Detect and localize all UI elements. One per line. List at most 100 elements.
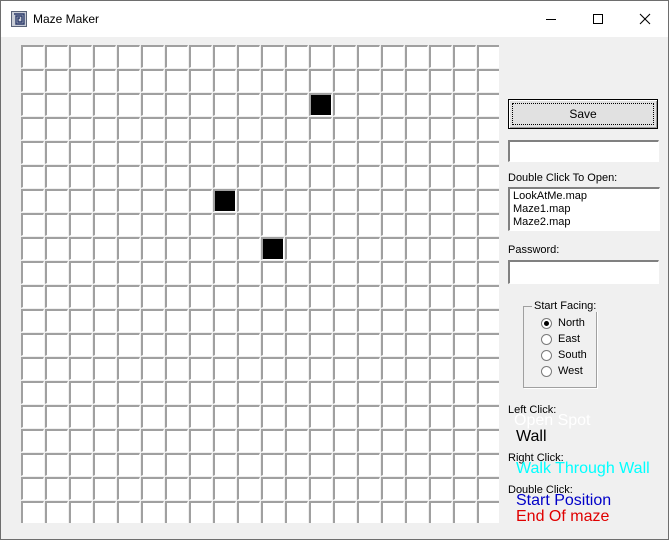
maze-cell[interactable]	[429, 165, 452, 188]
maze-cell[interactable]	[189, 69, 212, 92]
maze-cell[interactable]	[21, 165, 44, 188]
maze-cell[interactable]	[69, 501, 92, 523]
maze-cell[interactable]	[309, 285, 332, 308]
maze-cell[interactable]	[21, 357, 44, 380]
maze-cell[interactable]	[309, 117, 332, 140]
maze-cell[interactable]	[357, 45, 380, 68]
maze-cell[interactable]	[453, 117, 476, 140]
maze-cell[interactable]	[117, 93, 140, 116]
maze-cell[interactable]	[405, 381, 428, 404]
maze-cell[interactable]	[309, 189, 332, 212]
maze-cell[interactable]	[261, 429, 284, 452]
maze-cell[interactable]	[405, 213, 428, 236]
maze-cell[interactable]	[333, 237, 356, 260]
maze-cell[interactable]	[309, 309, 332, 332]
maze-cell[interactable]	[93, 309, 116, 332]
maze-cell[interactable]	[69, 381, 92, 404]
maze-cell[interactable]	[21, 333, 44, 356]
maze-cell[interactable]	[333, 357, 356, 380]
maze-cell[interactable]	[141, 357, 164, 380]
maze-cell[interactable]	[261, 117, 284, 140]
maze-cell[interactable]	[477, 93, 499, 116]
maze-cell[interactable]	[309, 333, 332, 356]
maze-cell[interactable]	[189, 405, 212, 428]
maze-cell[interactable]	[141, 237, 164, 260]
maze-cell[interactable]	[165, 237, 188, 260]
list-item[interactable]: Maze2.map	[513, 216, 656, 229]
maze-cell[interactable]	[237, 141, 260, 164]
maze-cell[interactable]	[213, 309, 236, 332]
maze-cell[interactable]	[141, 453, 164, 476]
maze-cell[interactable]	[189, 501, 212, 523]
maze-cell[interactable]	[453, 141, 476, 164]
maze-cell[interactable]	[477, 309, 499, 332]
maze-cell[interactable]	[69, 45, 92, 68]
maze-cell[interactable]	[141, 405, 164, 428]
radio-button[interactable]	[541, 365, 552, 377]
maze-cell[interactable]	[189, 237, 212, 260]
maze-cell[interactable]	[93, 477, 116, 500]
maze-cell[interactable]	[381, 189, 404, 212]
maze-cell[interactable]	[381, 405, 404, 428]
maze-cell[interactable]	[405, 141, 428, 164]
maze-cell[interactable]	[45, 405, 68, 428]
maze-cell[interactable]	[333, 141, 356, 164]
maze-cell[interactable]	[45, 93, 68, 116]
maze-cell[interactable]	[261, 189, 284, 212]
maze-cell[interactable]	[405, 333, 428, 356]
maze-cell[interactable]	[213, 333, 236, 356]
maze-cell[interactable]	[429, 357, 452, 380]
maze-cell[interactable]	[453, 405, 476, 428]
radio-south[interactable]: South	[541, 348, 587, 362]
maze-cell[interactable]	[333, 45, 356, 68]
maze-cell[interactable]	[213, 213, 236, 236]
maze-cell[interactable]	[333, 453, 356, 476]
maze-cell[interactable]	[357, 453, 380, 476]
maze-cell[interactable]	[261, 69, 284, 92]
maze-cell[interactable]	[45, 501, 68, 523]
maze-cell[interactable]	[453, 189, 476, 212]
maze-cell[interactable]	[165, 213, 188, 236]
maze-cell[interactable]	[477, 285, 499, 308]
maze-cell[interactable]	[261, 405, 284, 428]
maze-cell[interactable]	[405, 261, 428, 284]
maze-cell[interactable]	[477, 213, 499, 236]
maze-cell[interactable]	[93, 189, 116, 212]
maze-cell[interactable]	[141, 213, 164, 236]
maze-cell[interactable]	[237, 213, 260, 236]
maze-cell[interactable]	[237, 237, 260, 260]
maze-cell[interactable]	[69, 285, 92, 308]
maze-cell[interactable]	[165, 357, 188, 380]
maze-cell[interactable]	[237, 69, 260, 92]
maze-cell[interactable]	[261, 477, 284, 500]
maze-cell[interactable]	[357, 213, 380, 236]
maze-cell[interactable]	[45, 381, 68, 404]
maze-cell[interactable]	[453, 45, 476, 68]
maze-cell[interactable]	[141, 45, 164, 68]
maze-cell[interactable]	[141, 69, 164, 92]
maze-cell[interactable]	[141, 93, 164, 116]
radio-button[interactable]	[541, 349, 552, 361]
maze-cell[interactable]	[189, 453, 212, 476]
maze-cell[interactable]	[237, 333, 260, 356]
maze-cell[interactable]	[141, 381, 164, 404]
maze-cell[interactable]	[21, 261, 44, 284]
maze-cell[interactable]	[453, 69, 476, 92]
maze-cell[interactable]	[93, 381, 116, 404]
maze-cell[interactable]	[45, 237, 68, 260]
maze-cell[interactable]	[117, 285, 140, 308]
maze-cell[interactable]	[165, 429, 188, 452]
maze-cell[interactable]	[93, 357, 116, 380]
maze-cell[interactable]	[429, 477, 452, 500]
maze-cell[interactable]	[237, 93, 260, 116]
maze-cell[interactable]	[381, 333, 404, 356]
maze-cell[interactable]	[69, 93, 92, 116]
maze-cell[interactable]	[357, 141, 380, 164]
maze-cell[interactable]	[165, 93, 188, 116]
maze-cell[interactable]	[69, 333, 92, 356]
maze-cell[interactable]	[381, 213, 404, 236]
maze-cell[interactable]	[189, 213, 212, 236]
maze-cell[interactable]	[117, 357, 140, 380]
maze-cell[interactable]	[285, 405, 308, 428]
maze-cell[interactable]	[333, 477, 356, 500]
